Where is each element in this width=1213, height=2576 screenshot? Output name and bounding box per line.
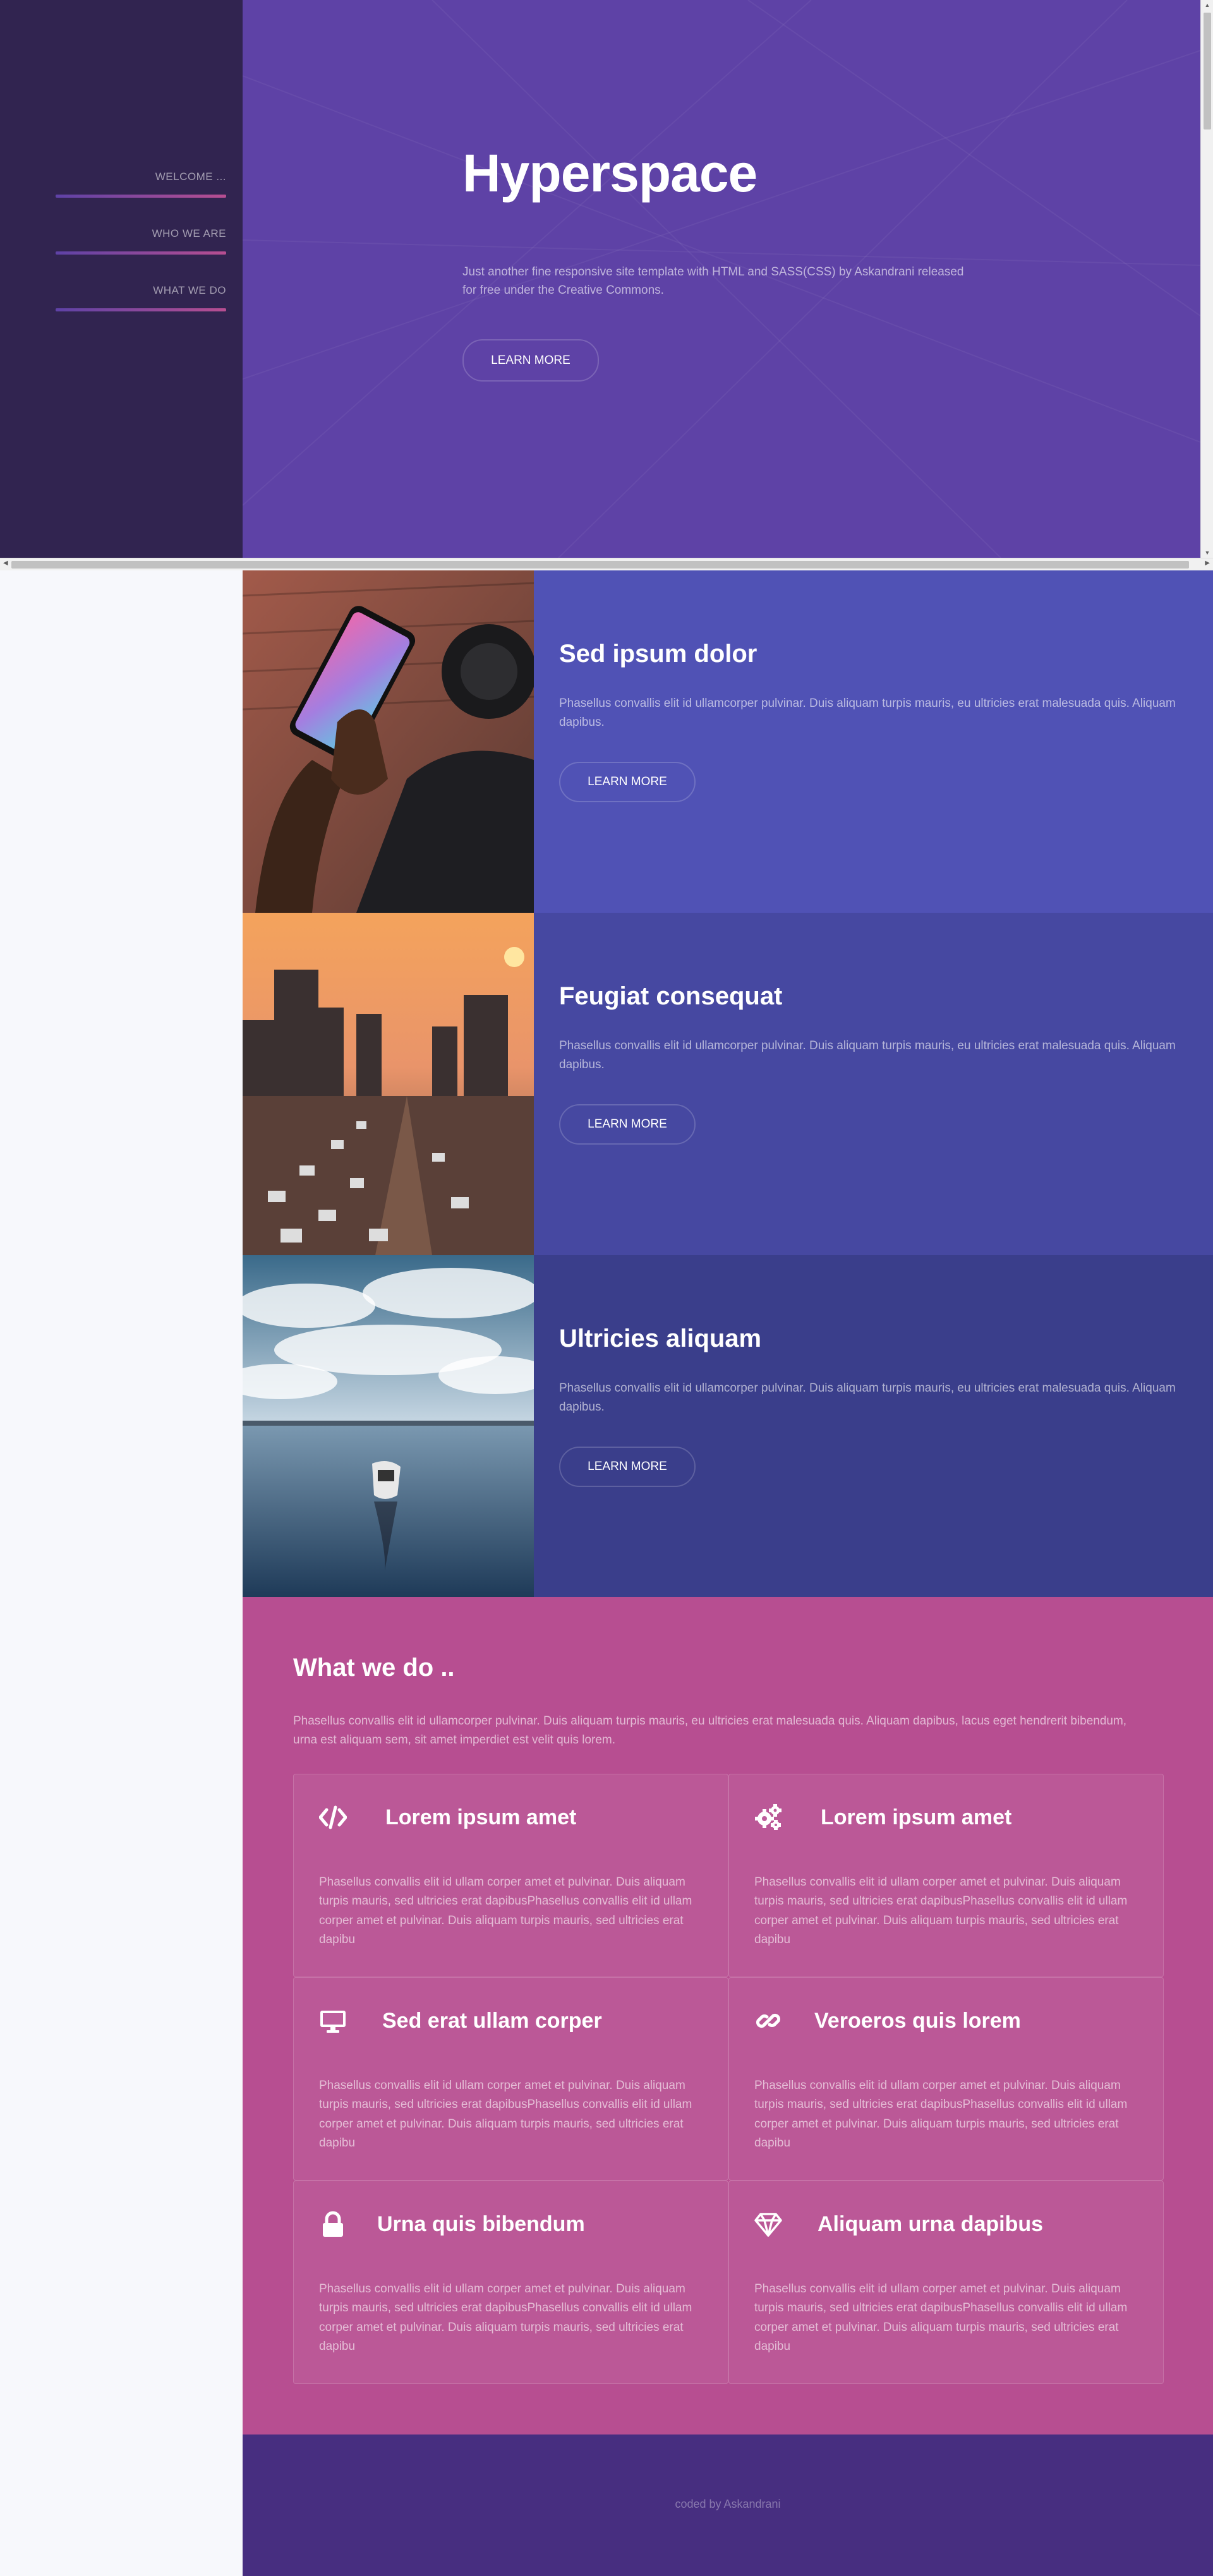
hero-title: Hyperspace — [462, 143, 757, 203]
spotlight-section: Feugiat consequat Phasellus convallis el… — [243, 913, 1213, 1255]
hero-description: Just another fine responsive site templa… — [462, 265, 964, 298]
horizontal-scrollbar[interactable]: ◀ ▶ — [0, 558, 1213, 570]
sidebar-item-label: WHO WE ARE — [152, 227, 226, 239]
diamond-icon — [754, 2210, 782, 2238]
vertical-scrollbar[interactable]: ▲ ▼ — [1200, 0, 1213, 558]
feature-card: Veroeros quis lorem Phasellus convallis … — [728, 1977, 1164, 2181]
spotlight-content: Ultricies aliquam Phasellus convallis el… — [534, 1255, 1213, 1598]
spotlight-text: Phasellus convallis elit id ullamcorper … — [559, 697, 1176, 730]
lock-icon — [319, 2210, 347, 2238]
spotlight-text: Phasellus convallis elit id ullamcorper … — [559, 1381, 1176, 1414]
feature-title: Sed erat ullam corper — [382, 2009, 602, 2033]
spotlight-section: Ultricies aliquam Phasellus convallis el… — [243, 1255, 1213, 1598]
scroll-right-arrow-icon[interactable]: ▶ — [1205, 560, 1210, 567]
feature-card: Lorem ipsum amet Phasellus convallis eli… — [728, 1774, 1164, 1977]
hero-learn-more-button[interactable]: LEARN MORE — [462, 339, 599, 382]
feature-title: Lorem ipsum amet — [385, 1805, 577, 1829]
spotlight-text: Phasellus convallis elit id ullamcorper … — [559, 1039, 1176, 1072]
city-traffic-photo — [243, 913, 534, 1255]
feature-title: Veroeros quis lorem — [814, 2009, 1021, 2033]
section-title: What we do .. — [293, 1654, 455, 1682]
scrollbar-thumb[interactable] — [1204, 13, 1211, 129]
spotlight-learn-more-button[interactable]: LEARN MORE — [559, 762, 696, 802]
spotlight-title: Feugiat consequat — [559, 982, 783, 1010]
feature-text: Phasellus convallis elit id ullam corper… — [319, 2282, 692, 2354]
spotlight-content: Sed ipsum dolor Phasellus convallis elit… — [534, 570, 1213, 913]
sidebar-item-underline — [56, 251, 226, 255]
features-grid: Lorem ipsum amet Phasellus convallis eli… — [293, 1774, 1164, 2384]
sidebar-item-what-we-do[interactable]: WHAT WE DO — [56, 284, 226, 311]
scroll-left-arrow-icon[interactable]: ◀ — [3, 560, 8, 567]
boat-lake-photo — [243, 1255, 534, 1598]
feature-text: Phasellus convallis elit id ullam corper… — [754, 2282, 1128, 2354]
desktop-icon — [319, 2007, 347, 2035]
feature-text: Phasellus convallis elit id ullam corper… — [754, 2079, 1128, 2150]
link-icon — [754, 2007, 782, 2035]
spotlight-learn-more-button[interactable]: LEARN MORE — [559, 1104, 696, 1145]
spotlight-section: Sed ipsum dolor Phasellus convallis elit… — [243, 570, 1213, 913]
feature-card: Aliquam urna dapibus Phasellus convallis… — [728, 2181, 1164, 2384]
phone-photo — [243, 570, 534, 913]
feature-card: Urna quis bibendum Phasellus convallis e… — [293, 2181, 728, 2384]
feature-title: Lorem ipsum amet — [821, 1805, 1012, 1829]
sidebar-nav: WELCOME ... WHO WE ARE WHAT WE DO — [0, 0, 243, 558]
footer: coded by Askandrani — [243, 2435, 1213, 2576]
code-icon — [319, 1803, 347, 1831]
spotlight-title: Sed ipsum dolor — [559, 640, 757, 668]
feature-text: Phasellus convallis elit id ullam corper… — [319, 1875, 692, 1947]
footer-credit: coded by Askandrani — [675, 2498, 781, 2510]
sidebar-item-underline — [56, 308, 226, 311]
spotlight-title: Ultricies aliquam — [559, 1325, 762, 1352]
sidebar-item-who-we-are[interactable]: WHO WE ARE — [56, 227, 226, 255]
sidebar-item-label: WHAT WE DO — [153, 284, 226, 296]
sidebar-item-welcome[interactable]: WELCOME ... — [56, 171, 226, 198]
scroll-down-arrow-icon[interactable]: ▼ — [1204, 550, 1210, 556]
section-description: Phasellus convallis elit id ullamcorper … — [293, 1714, 1127, 1747]
feature-title: Aliquam urna dapibus — [818, 2212, 1044, 2236]
scrollbar-thumb[interactable] — [11, 561, 1189, 569]
hero-section: Hyperspace Just another fine responsive … — [243, 0, 1200, 558]
feature-text: Phasellus convallis elit id ullam corper… — [754, 1875, 1128, 1947]
feature-title: Urna quis bibendum — [377, 2212, 585, 2236]
feature-text: Phasellus convallis elit id ullam corper… — [319, 2079, 692, 2150]
spotlight-learn-more-button[interactable]: LEARN MORE — [559, 1447, 696, 1487]
feature-card: Sed erat ullam corper Phasellus convalli… — [293, 1977, 728, 2181]
what-we-do-section: What we do .. Phasellus convallis elit i… — [243, 1597, 1213, 2435]
scroll-up-arrow-icon[interactable]: ▲ — [1204, 2, 1210, 8]
sidebar-item-underline — [56, 195, 226, 198]
spotlight-content: Feugiat consequat Phasellus convallis el… — [534, 913, 1213, 1255]
cogs-icon — [754, 1803, 782, 1831]
feature-card: Lorem ipsum amet Phasellus convallis eli… — [293, 1774, 728, 1977]
sidebar-item-label: WELCOME ... — [155, 171, 226, 183]
